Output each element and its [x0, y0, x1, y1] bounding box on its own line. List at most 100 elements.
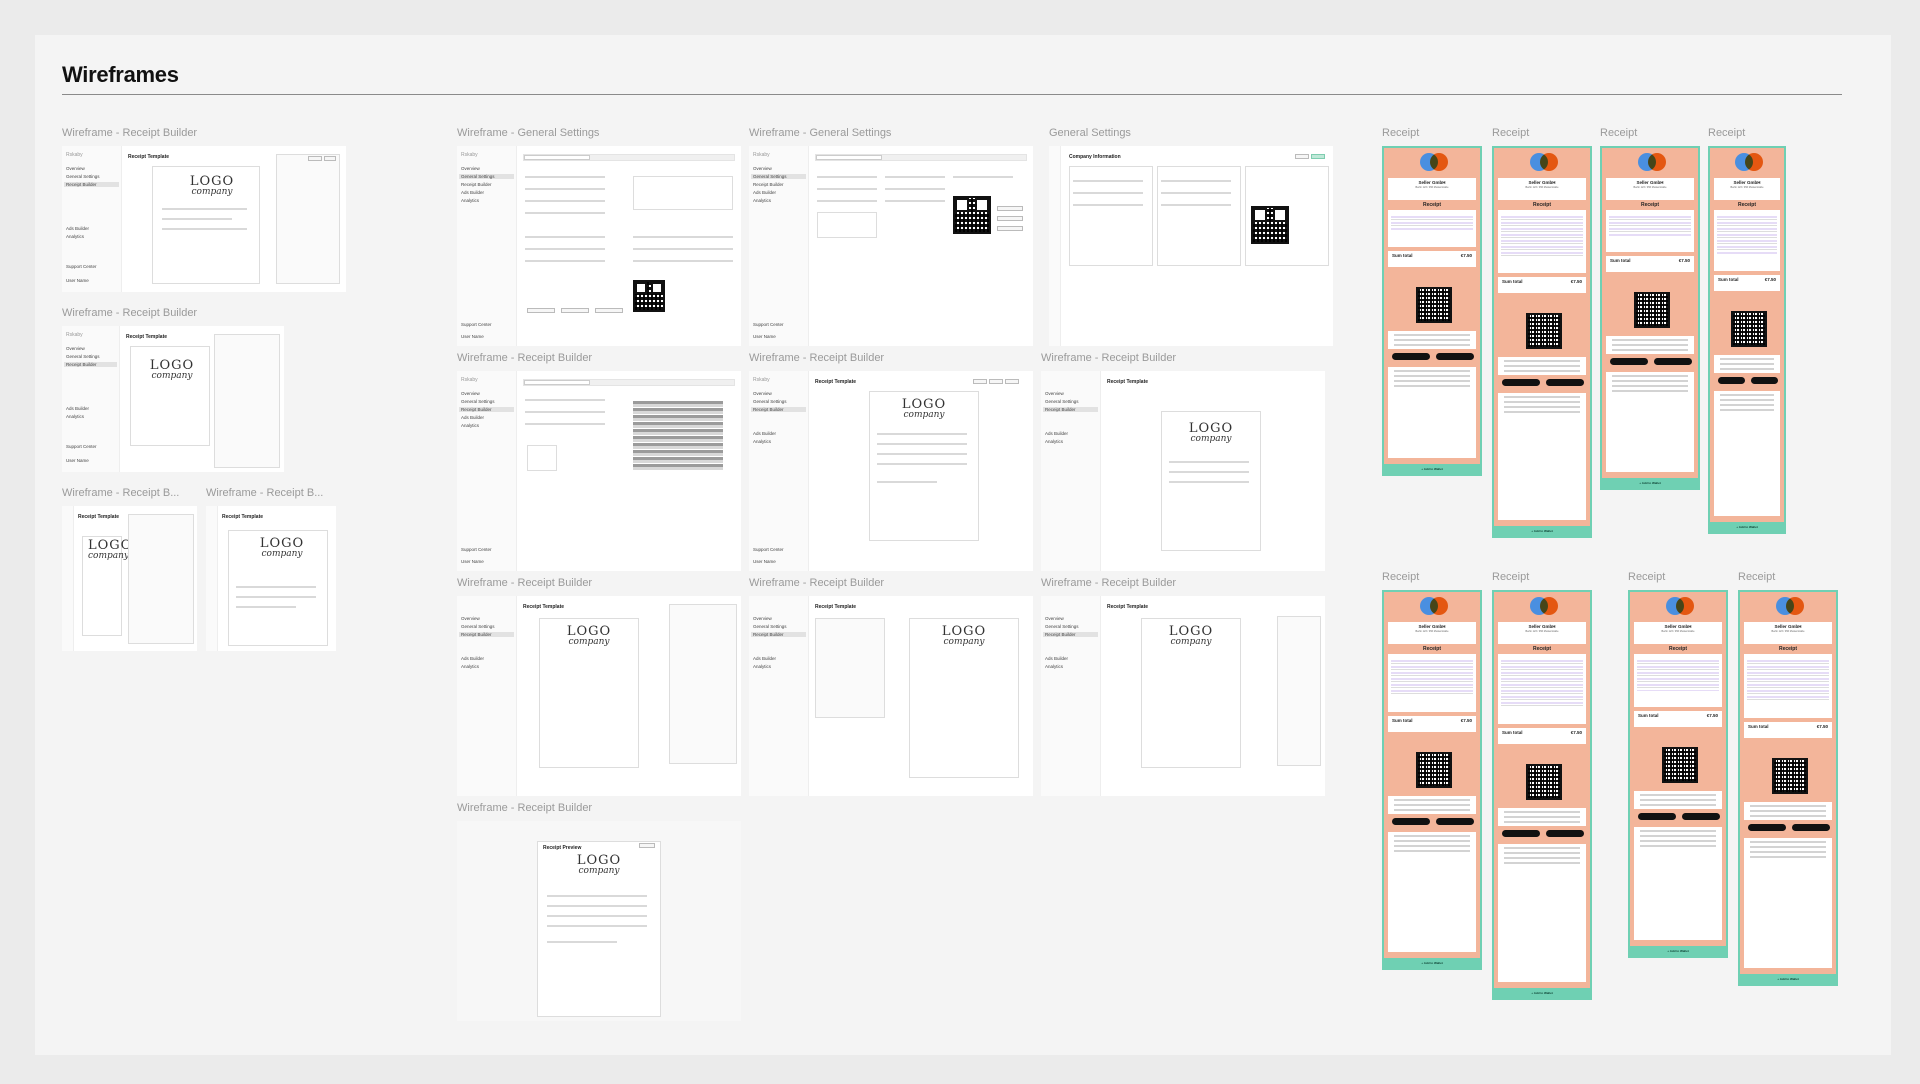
frame-label-receipt-builder-5[interactable]: Wireframe - Receipt Builder	[457, 352, 737, 364]
frame-general-settings-3[interactable]: Company Information	[1049, 146, 1333, 346]
google-wallet-button[interactable]	[1502, 379, 1540, 386]
apple-wallet-button[interactable]	[1546, 830, 1584, 837]
frame-receipt-builder-9[interactable]: Overview General Settings Receipt Builde…	[749, 596, 1033, 796]
google-wallet-button[interactable]	[1638, 813, 1676, 820]
sum-total-label: Sum total	[1718, 277, 1739, 282]
frame-label-receipt-7[interactable]: Receipt	[1628, 571, 1708, 583]
frame-label-receipt-4[interactable]: Receipt	[1708, 127, 1788, 139]
receipt-phone-6[interactable]: Seller GmbH Berlin 123 / 456 Musterstraße…	[1492, 590, 1592, 1000]
google-wallet-button[interactable]	[1392, 818, 1430, 825]
google-wallet-button[interactable]	[1748, 824, 1786, 831]
frame-receipt-builder-7[interactable]: Overview General Settings Receipt Builde…	[1041, 371, 1325, 571]
sum-total-label: Sum total	[1502, 279, 1523, 284]
qr-code	[1416, 287, 1452, 323]
apple-wallet-button[interactable]	[1436, 818, 1474, 825]
nav-user[interactable]: User Name	[66, 278, 89, 283]
seller-header: Seller GmbH Berlin 123 / 456 Musterstraße	[1498, 178, 1586, 200]
apple-wallet-button[interactable]	[1546, 379, 1584, 386]
frame-label-receipt-5[interactable]: Receipt	[1382, 571, 1462, 583]
sum-total-value: €7.50	[1460, 253, 1472, 258]
frame-label-receipt-1[interactable]: Receipt	[1382, 127, 1462, 139]
sum-total-label: Sum total	[1748, 724, 1769, 729]
frame-label-general-settings-2[interactable]: Wireframe - General Settings	[749, 127, 1029, 139]
frame-label-receipt-8[interactable]: Receipt	[1738, 571, 1818, 583]
nav-overview[interactable]: Overview	[66, 166, 85, 171]
nav-support[interactable]: Support Center	[66, 264, 97, 269]
apple-wallet-button[interactable]	[1751, 377, 1778, 384]
frame-receipt-builder-2[interactable]: Rskaby Overview General Settings Receipt…	[62, 326, 284, 472]
google-wallet-button[interactable]	[1610, 358, 1648, 365]
receipt-title: Receipt	[1384, 200, 1480, 210]
receipt-phone-5[interactable]: Seller GmbH Berlin 123 / 456 Musterstraße…	[1382, 590, 1482, 970]
frame-receipt-builder-10[interactable]: Overview General Settings Receipt Builde…	[1041, 596, 1325, 796]
frame-receipt-builder-11[interactable]: Receipt Preview LOGO company	[457, 821, 741, 1021]
frame-label-receipt-2[interactable]: Receipt	[1492, 127, 1572, 139]
seller-header: Seller GmbH Berlin 123 / 456 Musterstraße	[1634, 622, 1722, 644]
frame-label-receipt-builder-11[interactable]: Wireframe - Receipt Builder	[457, 802, 737, 814]
frame-label-receipt-builder-9[interactable]: Wireframe - Receipt Builder	[749, 577, 1029, 589]
sum-total-label: Sum total	[1610, 258, 1631, 263]
receipt-phone-2[interactable]: Seller GmbH Berlin 123 / 456 Musterstraße…	[1492, 146, 1592, 538]
frame-general-settings-2[interactable]: Rskaby Overview General Settings Receipt…	[749, 146, 1033, 346]
nav-ads-builder[interactable]: Ads Builder	[66, 226, 89, 231]
frame-label-receipt-builder-1[interactable]: Wireframe - Receipt Builder	[62, 127, 312, 139]
frame-receipt-builder-5[interactable]: Rskaby Overview General Settings Receipt…	[457, 371, 741, 571]
frame-receipt-builder-4[interactable]: Receipt Template LOGO company	[206, 506, 336, 651]
qr-code	[633, 280, 665, 312]
add-to-wallet-button[interactable]: + Add to Wallet	[1710, 522, 1784, 532]
add-to-wallet-button[interactable]: + Add to Wallet	[1602, 478, 1698, 488]
receipt-phone-3[interactable]: Seller GmbH Berlin 123 / 456 Musterstraße…	[1600, 146, 1700, 490]
frame-label-receipt-builder-2[interactable]: Wireframe - Receipt Builder	[62, 307, 312, 319]
save-button[interactable]	[324, 156, 336, 161]
seller-header: Seller GmbH Berlin 123 / 456 Musterstraße	[1606, 178, 1694, 200]
sidebar: Rskaby Overview General Settings Receipt…	[62, 326, 120, 472]
google-wallet-button[interactable]	[1502, 830, 1540, 837]
frame-label-receipt-builder-7[interactable]: Wireframe - Receipt Builder	[1041, 352, 1321, 364]
frame-label-receipt-builder-8[interactable]: Wireframe - Receipt Builder	[457, 577, 737, 589]
add-to-wallet-button[interactable]: + Add to Wallet	[1494, 988, 1590, 998]
receipt-phone-8[interactable]: Seller GmbH Berlin 123 / 456 Musterstraße…	[1738, 590, 1838, 986]
frame-receipt-builder-6[interactable]: Rskaby Overview General Settings Receipt…	[749, 371, 1033, 571]
frame-label-receipt-builder-3[interactable]: Wireframe - Receipt B...	[62, 487, 192, 499]
sum-total-value: €7.50	[1570, 730, 1582, 735]
receipt-phone-4[interactable]: Seller GmbH Berlin 123 / 456 Musterstraße…	[1708, 146, 1786, 534]
sidebar: Rskaby Overview General Settings Receipt…	[62, 146, 122, 292]
google-wallet-button[interactable]	[1392, 353, 1430, 360]
sum-total-value: €7.50	[1706, 713, 1718, 718]
add-to-wallet-button[interactable]: + Add to Wallet	[1740, 974, 1836, 984]
receipt-phone-1[interactable]: Seller GmbH Berlin 123 / 456 Musterstraße…	[1382, 146, 1482, 476]
frame-label-general-settings-1[interactable]: Wireframe - General Settings	[457, 127, 737, 139]
section-title: Wireframes	[62, 62, 179, 87]
apple-wallet-button[interactable]	[1436, 353, 1474, 360]
frame-receipt-builder-8[interactable]: Overview General Settings Receipt Builde…	[457, 596, 741, 796]
frame-label-receipt-builder-10[interactable]: Wireframe - Receipt Builder	[1041, 577, 1321, 589]
nav-receipt-builder[interactable]: Receipt Builder	[64, 182, 119, 187]
receipt-title: Receipt	[1740, 644, 1836, 654]
sum-total-label: Sum total	[1392, 718, 1413, 723]
add-to-wallet-button[interactable]: + Add to Wallet	[1630, 946, 1726, 956]
add-to-wallet-button[interactable]: + Add to Wallet	[1494, 526, 1590, 536]
sum-total-value: €7.50	[1678, 258, 1690, 263]
add-to-wallet-button[interactable]: + Add to Wallet	[1384, 464, 1480, 474]
brand-logo: Rskaby	[66, 152, 83, 158]
apple-wallet-button[interactable]	[1682, 813, 1720, 820]
add-to-wallet-button[interactable]: + Add to Wallet	[1384, 958, 1480, 968]
frame-label-receipt-6[interactable]: Receipt	[1492, 571, 1572, 583]
frame-label-receipt-builder-6[interactable]: Wireframe - Receipt Builder	[749, 352, 1029, 364]
apple-wallet-button[interactable]	[1654, 358, 1692, 365]
sum-total-label: Sum total	[1502, 730, 1523, 735]
nav-analytics[interactable]: Analytics	[66, 234, 84, 239]
google-wallet-button[interactable]	[1718, 377, 1745, 384]
frame-receipt-builder-1[interactable]: Rskaby Overview General Settings Receipt…	[62, 146, 346, 292]
apple-wallet-button[interactable]	[1792, 824, 1830, 831]
sum-total-label: Sum total	[1638, 713, 1659, 718]
frame-label-general-settings-3[interactable]: General Settings	[1049, 127, 1329, 139]
frame-label-receipt-builder-4[interactable]: Wireframe - Receipt B...	[206, 487, 336, 499]
frame-receipt-builder-3[interactable]: Receipt Template LOGO company	[62, 506, 197, 651]
receipt-phone-7[interactable]: Seller GmbH Berlin 123 / 456 Musterstraße…	[1628, 590, 1728, 958]
frame-label-receipt-3[interactable]: Receipt	[1600, 127, 1680, 139]
close-button[interactable]	[639, 843, 655, 848]
frame-general-settings-1[interactable]: Rskaby Overview General Settings Receipt…	[457, 146, 741, 346]
nav-general-settings[interactable]: General Settings	[66, 174, 100, 179]
discard-button[interactable]	[308, 156, 322, 161]
